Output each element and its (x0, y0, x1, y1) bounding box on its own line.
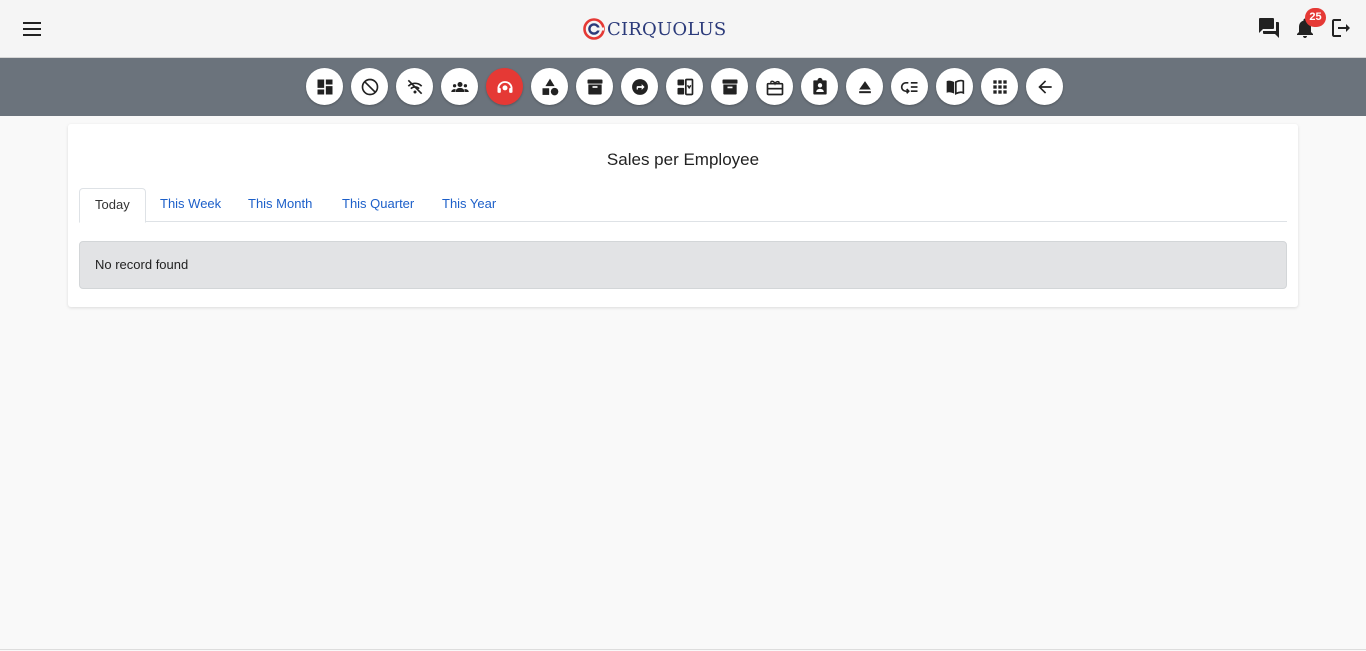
hamburger-menu-icon[interactable] (22, 18, 42, 40)
brand-name: CIRQUOLUS (607, 18, 727, 40)
empty-state-alert: No record found (79, 241, 1287, 289)
assignment-ind-button[interactable] (801, 68, 838, 105)
assignment-ind-icon (812, 77, 827, 94)
brand-logo[interactable]: CIRQUOLUS (583, 16, 726, 42)
page-title: Sales per Employee (606, 150, 760, 169)
menu-book-icon (946, 79, 964, 95)
groups-button[interactable] (441, 68, 478, 105)
tab-this-week[interactable]: This Week (145, 188, 236, 222)
menu-book-button[interactable] (936, 68, 973, 105)
inventory-button[interactable] (576, 68, 613, 105)
inventory-icon (587, 79, 602, 94)
chat-icon[interactable] (1257, 16, 1281, 40)
block-button[interactable] (351, 68, 388, 105)
eject-icon (858, 80, 871, 93)
category-icon (542, 78, 558, 95)
block-icon (361, 78, 378, 95)
cirquolus-logo-icon (583, 18, 605, 40)
low-priority-icon (900, 81, 917, 94)
redeem-icon (766, 80, 783, 95)
move-down-icon (677, 78, 693, 95)
directions-icon (631, 78, 648, 95)
tab-this-quarter[interactable]: This Quarter (327, 188, 429, 222)
archive-icon (722, 79, 737, 94)
tab-this-year[interactable]: This Year (427, 188, 511, 222)
tab-today[interactable]: Today (79, 188, 146, 223)
dashboard-button[interactable] (306, 68, 343, 105)
sales-per-employee-card: Sales per Employee Today This Week This … (68, 124, 1298, 307)
period-tabs: Today This Week This Month This Quarter … (79, 188, 1287, 223)
apps-icon (992, 79, 1007, 94)
wifi-off-button[interactable] (396, 68, 433, 105)
footer-divider (0, 649, 1366, 650)
tab-this-month[interactable]: This Month (233, 188, 327, 222)
directions-button[interactable] (621, 68, 658, 105)
redeem-button[interactable] (756, 68, 793, 105)
support-agent-button[interactable] (486, 68, 523, 105)
notification-count-badge: 25 (1305, 8, 1326, 27)
wifi-off-icon (407, 79, 422, 94)
back-button[interactable] (1026, 68, 1063, 105)
module-toolbar (0, 58, 1366, 116)
apps-button[interactable] (981, 68, 1018, 105)
logout-icon[interactable] (1329, 16, 1353, 40)
low-priority-button[interactable] (891, 68, 928, 105)
groups-icon (450, 81, 469, 92)
archive-button[interactable] (711, 68, 748, 105)
move-down-button[interactable] (666, 68, 703, 105)
eject-button[interactable] (846, 68, 883, 105)
category-button[interactable] (531, 68, 568, 105)
support-agent-icon (496, 80, 513, 93)
arrow-back-icon (1037, 79, 1052, 94)
dashboard-icon (317, 79, 332, 94)
top-header: CIRQUOLUS 25 (0, 0, 1366, 58)
